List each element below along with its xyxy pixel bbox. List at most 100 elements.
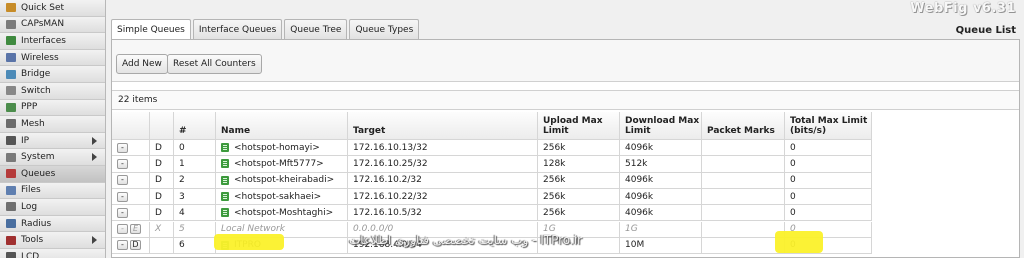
cell-download-max-limit: 4096k <box>620 172 702 189</box>
column-header-download-max-limit[interactable]: Download Max Limit <box>620 112 702 140</box>
sidebar-item-label: Switch <box>21 85 51 96</box>
column-header-total-max-limit[interactable]: Total Max Limit (bits/s) <box>785 112 872 140</box>
remove-row-button[interactable]: - <box>117 175 128 186</box>
tab-simple-queues[interactable]: Simple Queues <box>111 19 191 40</box>
cell-number: 5 <box>174 221 216 238</box>
sidebar-item-label: Tools <box>21 235 44 246</box>
tab-queue-tree[interactable]: Queue Tree <box>284 19 348 39</box>
cell-flag: D <box>150 205 174 222</box>
column-header-flag[interactable] <box>150 112 174 140</box>
queue-name: <hotspot-Mft5777> <box>234 158 324 169</box>
sidebar-item-capsman[interactable]: CAPsMAN <box>0 16 105 34</box>
sidebar-item-label: Quick Set <box>21 2 65 13</box>
column-header-buttons[interactable] <box>112 112 150 140</box>
row-action-buttons: -E <box>112 221 150 238</box>
remove-row-button[interactable]: - <box>117 207 128 218</box>
cell-number: 4 <box>174 205 216 222</box>
queue-icon <box>221 143 229 153</box>
sidebar-item-label: CAPsMAN <box>21 19 65 30</box>
chevron-right-icon <box>92 136 97 145</box>
sidebar-item-quick-set[interactable]: Quick Set <box>0 0 105 17</box>
tab-queue-types[interactable]: Queue Types <box>349 19 420 39</box>
sidebar-item-lcd[interactable]: LCD <box>0 248 105 258</box>
files-icon <box>6 185 16 195</box>
sidebar-item-label: System <box>21 152 55 163</box>
queue-name-cell[interactable]: <hotspot-Moshtaghi> <box>216 205 348 222</box>
sidebar-item-mesh[interactable]: Mesh <box>0 116 105 133</box>
cell-flag: X <box>150 221 174 238</box>
cell-packet-marks <box>702 221 785 238</box>
cell-packet-marks <box>702 140 785 157</box>
cell-total-max-limit: 0 <box>785 172 872 189</box>
row-action-buttons: - <box>112 172 150 189</box>
sidebar-item-label: Wireless <box>21 52 59 63</box>
remove-row-button[interactable]: - <box>117 224 128 235</box>
queue-name-cell[interactable]: <hotspot-kheirabadi> <box>216 172 348 189</box>
column-header-target[interactable]: Target <box>348 112 538 140</box>
queue-icon <box>221 208 229 218</box>
remove-row-button[interactable]: - <box>117 240 128 251</box>
cell-number: 1 <box>174 156 216 173</box>
column-header-number[interactable]: # <box>174 112 216 140</box>
cell-target: 172.16.10.2/32 <box>348 172 538 189</box>
sidebar-item-bridge[interactable]: Bridge <box>0 66 105 83</box>
cell-total-max-limit: 0 <box>785 156 872 173</box>
quick-set-icon <box>6 3 16 13</box>
cell-total-max-limit: 0 <box>785 188 872 206</box>
column-header-name[interactable]: Name <box>216 112 348 140</box>
sidebar-item-radius[interactable]: Radius <box>0 215 105 233</box>
tab-bar: Simple Queues Interface Queues Queue Tre… <box>111 19 420 40</box>
sidebar-item-wireless[interactable]: Wireless <box>0 49 105 67</box>
queue-name-cell[interactable]: <hotspot-sakhaei> <box>216 188 348 206</box>
sidebar-item-interfaces[interactable]: Interfaces <box>0 33 105 50</box>
sidebar-item-switch[interactable]: Switch <box>0 82 105 100</box>
queue-name: Local Network <box>221 224 285 235</box>
remove-row-button[interactable]: - <box>117 142 128 153</box>
cell-flag <box>150 237 174 255</box>
items-count: 22 items <box>118 95 158 105</box>
cell-total-max-limit: 0 <box>785 205 872 222</box>
add-new-button[interactable]: Add New <box>116 54 168 74</box>
mesh-icon <box>6 119 16 129</box>
switch-icon <box>6 86 16 96</box>
queues-icon <box>6 169 16 179</box>
cell-upload-max-limit: 128k <box>538 156 620 173</box>
sidebar-item-files[interactable]: Files <box>0 182 105 200</box>
cell-download-max-limit: 4096k <box>620 188 702 206</box>
sidebar-item-ppp[interactable]: PPP <box>0 99 105 117</box>
capsman-icon <box>6 19 16 29</box>
wireless-icon <box>6 53 16 63</box>
sidebar-item-ip[interactable]: IP <box>0 132 105 150</box>
cell-download-max-limit: 10M <box>620 237 702 255</box>
row-action-buttons: - <box>112 205 150 222</box>
tab-interface-queues[interactable]: Interface Queues <box>192 19 283 39</box>
cell-flag: D <box>150 188 174 206</box>
sidebar-item-system[interactable]: System <box>0 149 105 166</box>
column-header-packet-marks[interactable]: Packet Marks <box>702 112 785 140</box>
ppp-icon <box>6 102 16 112</box>
sidebar-item-log[interactable]: Log <box>0 199 105 216</box>
items-count-bar: 22 items <box>112 90 1019 110</box>
cell-upload-max-limit: 256k <box>538 188 620 206</box>
cell-packet-marks <box>702 188 785 206</box>
row-action-buttons: - <box>112 140 150 157</box>
column-header-upload-max-limit[interactable]: Upload Max Limit <box>538 112 620 140</box>
reset-all-counters-button[interactable]: Reset All Counters <box>167 54 262 74</box>
remove-row-button[interactable]: - <box>117 158 128 169</box>
sidebar-item-label: Radius <box>21 218 52 229</box>
cell-packet-marks <box>702 237 785 255</box>
queue-name-cell[interactable]: <hotspot-homayi> <box>216 140 348 157</box>
cell-upload-max-limit: 256k <box>538 140 620 157</box>
remove-row-button[interactable]: - <box>117 191 128 202</box>
chevron-right-icon <box>92 153 97 162</box>
queue-icon <box>221 175 229 185</box>
sidebar-item-label: Mesh <box>21 118 45 129</box>
sidebar-item-queues[interactable]: Queues <box>0 165 105 183</box>
enable-row-button[interactable]: E <box>130 224 141 235</box>
queue-name-cell[interactable]: <hotspot-Mft5777> <box>216 156 348 173</box>
disable-row-button[interactable]: D <box>130 240 141 251</box>
sidebar-item-label: Queues <box>21 168 56 179</box>
sidebar-item-tools[interactable]: Tools <box>0 232 105 249</box>
cell-total-max-limit: 0 <box>785 140 872 157</box>
button-bar: Add New Reset All Counters <box>112 40 1019 82</box>
